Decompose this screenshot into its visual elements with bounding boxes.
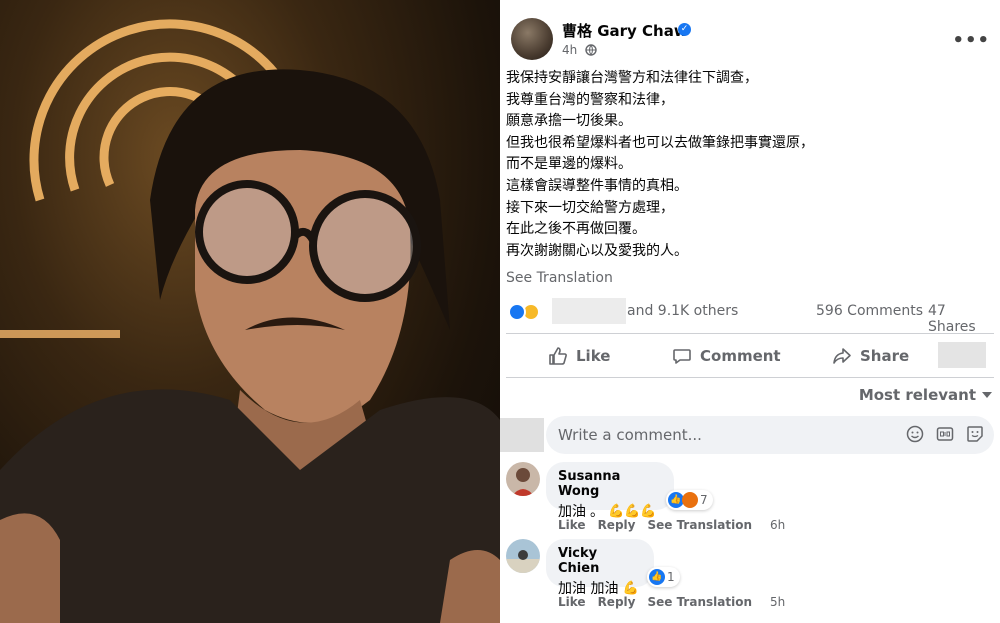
author-avatar[interactable] (511, 18, 553, 60)
divider (506, 377, 994, 378)
blurred-avatar-selector[interactable] (938, 342, 986, 368)
comment-bubble-icon (673, 349, 691, 364)
comment-see-translation-link[interactable]: See Translation (647, 518, 752, 532)
share-button[interactable]: Share (832, 337, 909, 375)
share-count[interactable]: 47 Shares (928, 303, 996, 335)
post-line: 我尊重台灣的警察和法律， (506, 91, 674, 108)
comment-timestamp[interactable]: 5h (770, 595, 785, 609)
portrait-illustration (0, 19, 500, 623)
post-line: 再次謝謝關心以及愛我的人。 (506, 242, 688, 259)
like-button-label: Like (576, 347, 611, 365)
comment-reply-button[interactable]: Reply (598, 518, 636, 532)
comment-reply-button[interactable]: Reply (598, 595, 636, 609)
composer-icons (906, 425, 984, 443)
sort-label: Most relevant (858, 386, 976, 404)
comment-bubble: Susanna Wong 加油 。 💪💪💪 (546, 462, 674, 520)
comment-reaction-count: 7 (700, 493, 708, 507)
globe-icon (585, 44, 597, 56)
profile-photo (0, 0, 500, 623)
comment-reaction-count: 1 (667, 570, 675, 584)
post-line: 在此之後不再做回覆。 (506, 221, 646, 238)
comment-button-label: Comment (700, 347, 781, 365)
comment-author[interactable]: Susanna Wong (558, 469, 662, 499)
comment-like-button[interactable]: Like (558, 595, 586, 609)
sticker-icon[interactable] (966, 425, 984, 443)
comment-timestamp[interactable]: 6h (770, 518, 785, 532)
blurred-reactor-names (552, 298, 626, 324)
blurred-current-user-avatar (500, 418, 544, 452)
reactions-summary: and 9.1K others 596 Comments 47 Shares (506, 298, 996, 335)
muscle-emoji-icon: 💪 (622, 580, 639, 596)
post-timestamp[interactable]: 4h (562, 43, 577, 57)
caret-down-icon (982, 392, 992, 398)
muscle-emoji-icon: 💪💪💪 (608, 503, 657, 519)
post-line: 而不是單邊的爆料。 (506, 156, 632, 173)
comment-input[interactable]: Write a comment... (546, 416, 994, 454)
divider (506, 333, 994, 334)
comment-see-translation-link[interactable]: See Translation (647, 595, 752, 609)
post-line: 接下來一切交給警方處理， (506, 199, 674, 216)
see-translation-link[interactable]: See Translation (506, 270, 613, 286)
comment-reactions[interactable]: 👍 1 (647, 567, 680, 587)
post-header: 曹格 Gary Chaw ✓ 4h ••• (506, 16, 996, 64)
like-reaction-icon[interactable] (508, 303, 526, 321)
reaction-count[interactable]: and 9.1K others (627, 303, 738, 319)
comment-input-placeholder: Write a comment... (558, 426, 702, 444)
comment-item: Susanna Wong 加油 。 💪💪💪 👍 7 Like Reply See… (506, 462, 994, 532)
more-options-icon[interactable]: ••• (952, 30, 990, 51)
comment-item: Vicky Chien 加油 加油 💪 👍 1 Like Reply See T… (506, 539, 994, 609)
thumbs-up-icon (549, 347, 567, 365)
comment-count[interactable]: 596 Comments (816, 303, 923, 319)
commenter-avatar[interactable] (506, 539, 540, 573)
author-name[interactable]: 曹格 Gary Chaw (562, 20, 688, 41)
commenter-avatar[interactable] (506, 462, 540, 496)
comment-actions: Like Reply See Translation 5h (558, 595, 785, 609)
comment-sort-dropdown[interactable]: Most relevant (859, 386, 992, 404)
emoji-icon[interactable] (906, 425, 924, 443)
post-text: 我保持安靜讓台灣警方和法律往下調查， 我尊重台灣的警察和法律， 願意承擔一切後果… (506, 68, 986, 262)
like-reaction-icon: 👍 (649, 569, 665, 585)
post-line: 我保持安靜讓台灣警方和法律往下調查， (506, 70, 758, 86)
comment-like-button[interactable]: Like (558, 518, 586, 532)
post-line: 這樣會誤導整件事情的真相。 (506, 177, 688, 194)
comment-reactions[interactable]: 👍 7 (666, 490, 713, 510)
facebook-post: 曹格 Gary Chaw ✓ 4h ••• 我保持安靜讓台灣警方和法律往下調查，… (500, 0, 1000, 623)
share-arrow-icon (833, 348, 851, 364)
comment-author[interactable]: Vicky Chien (558, 546, 642, 576)
comment-button[interactable]: Comment (672, 337, 781, 375)
angry-reaction-icon (682, 492, 698, 508)
gif-icon[interactable] (936, 425, 954, 443)
post-line: 但我也很希望爆料者也可以去做筆錄把事實還原， (506, 134, 814, 151)
share-button-label: Share (860, 347, 910, 365)
like-button[interactable]: Like (548, 337, 610, 375)
verified-badge-icon: ✓ (678, 23, 691, 36)
post-line: 願意承擔一切後果。 (506, 113, 632, 130)
comment-bubble: Vicky Chien 加油 加油 💪 (546, 539, 654, 597)
comment-actions: Like Reply See Translation 6h (558, 518, 785, 532)
post-action-bar: Like Comment Share (506, 337, 994, 375)
